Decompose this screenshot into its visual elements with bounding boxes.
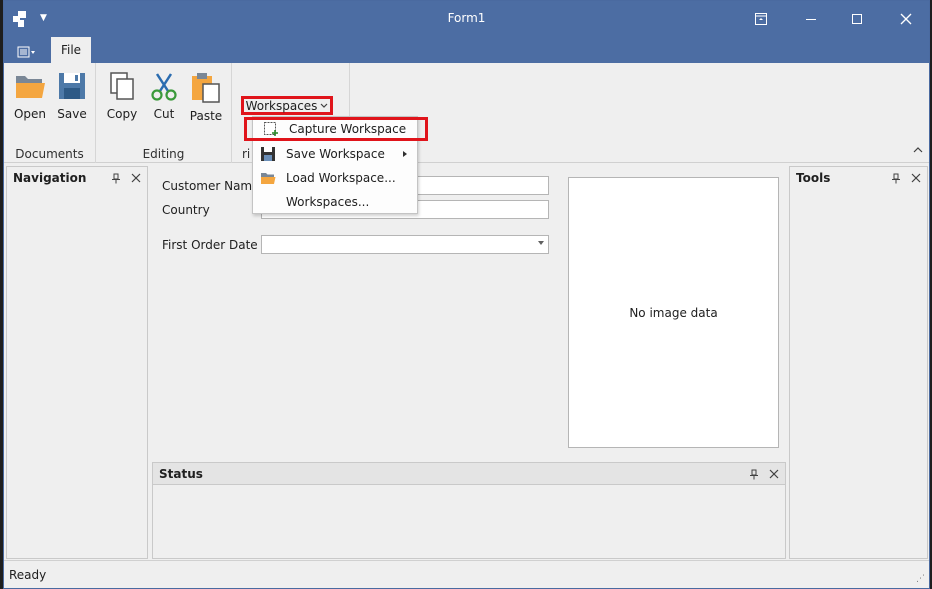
- folder-open-icon: [261, 173, 276, 184]
- menu-item-label: Workspaces...: [286, 195, 370, 209]
- image-picture-box[interactable]: No image data: [568, 177, 779, 448]
- submenu-arrow-icon: [403, 151, 407, 157]
- ribbon-panel: Open Save Documents Copy Cut Paste Editi…: [4, 63, 929, 163]
- group-caption-documents: Documents: [15, 147, 84, 161]
- floppy-disk-icon: [59, 73, 85, 99]
- app-menu-icon: [17, 46, 35, 58]
- ribbon-group-editing: Copy Cut Paste Editing: [96, 63, 232, 163]
- workspaces-menu: Capture Workspace Save Workspace Load Wo…: [244, 116, 428, 214]
- copy-icon: [110, 72, 134, 100]
- menu-item-workspaces[interactable]: Workspaces...: [253, 190, 417, 214]
- paste-button[interactable]: Paste: [186, 71, 226, 123]
- close-icon[interactable]: [767, 467, 781, 481]
- cut-label: Cut: [153, 107, 175, 121]
- maximize-icon: [852, 14, 862, 24]
- close-icon[interactable]: [909, 171, 923, 185]
- copy-label: Copy: [106, 107, 138, 121]
- pin-icon[interactable]: [109, 171, 123, 185]
- navigation-panel-header: Navigation: [7, 167, 147, 189]
- restore-layout-button[interactable]: [750, 8, 772, 30]
- menu-item-label: Save Workspace: [286, 147, 385, 161]
- save-label: Save: [57, 107, 87, 121]
- first-order-date-combo[interactable]: [261, 235, 549, 254]
- menu-item-label: Load Workspace...: [286, 171, 396, 185]
- maximize-button[interactable]: [846, 8, 868, 30]
- main-window: ▼ Form1 File Open Save Documents Copy Cu…: [3, 0, 930, 589]
- paste-label: Paste: [189, 109, 223, 123]
- scissors-icon: [151, 73, 177, 101]
- tools-panel-title: Tools: [796, 171, 831, 185]
- navigation-panel: Navigation: [6, 166, 148, 559]
- pin-icon[interactable]: [889, 171, 903, 185]
- ribbon-group-documents: Open Save Documents: [4, 63, 96, 163]
- close-icon: [900, 13, 912, 25]
- pin-icon[interactable]: [747, 467, 761, 481]
- status-panel: Status: [152, 462, 786, 559]
- menu-item-load-workspace[interactable]: Load Workspace...: [253, 166, 417, 190]
- clipboard-paste-icon: [192, 73, 220, 103]
- first-order-date-label: First Order Date: [162, 238, 258, 252]
- menu-item-save-workspace[interactable]: Save Workspace: [253, 142, 417, 166]
- minimize-icon: [806, 19, 816, 20]
- group-caption-editing: Editing: [142, 147, 185, 161]
- ribbon-display-options-icon: [755, 13, 767, 25]
- country-label: Country: [162, 203, 210, 217]
- chevron-down-icon: [320, 103, 328, 108]
- menu-item-capture-workspace[interactable]: Capture Workspace: [244, 117, 428, 141]
- capture-workspace-icon: [264, 122, 278, 136]
- copy-button[interactable]: Copy: [102, 71, 142, 121]
- workspaces-dropdown-button[interactable]: Workspaces: [241, 96, 333, 115]
- image-placeholder-text: No image data: [629, 305, 718, 320]
- customer-name-label: Customer Name: [162, 179, 260, 193]
- status-panel-title: Status: [159, 466, 203, 481]
- menu-item-label: Capture Workspace: [289, 122, 407, 136]
- open-button[interactable]: Open: [10, 71, 50, 121]
- tools-panel-header: Tools: [790, 167, 927, 189]
- status-text: Ready: [9, 568, 47, 582]
- close-window-button[interactable]: [895, 8, 917, 30]
- minimize-button[interactable]: [800, 8, 822, 30]
- dropdown-arrow-icon[interactable]: [538, 241, 544, 245]
- status-panel-header: Status: [153, 463, 785, 485]
- collapse-ribbon-icon[interactable]: [913, 145, 923, 156]
- resize-grip-icon[interactable]: ⋰: [916, 574, 925, 584]
- document-form: Customer Name Country First Order Date N…: [152, 164, 792, 462]
- floppy-disk-icon: [261, 147, 275, 161]
- status-bar: Ready ⋰: [4, 560, 929, 588]
- tools-panel: Tools: [789, 166, 928, 559]
- open-label: Open: [13, 107, 47, 121]
- cut-button[interactable]: Cut: [144, 71, 184, 121]
- application-menu-button[interactable]: [12, 41, 42, 63]
- navigation-panel-title: Navigation: [13, 171, 87, 185]
- save-button[interactable]: Save: [52, 71, 92, 121]
- folder-open-icon: [16, 76, 45, 98]
- workspaces-button-label: Workspaces: [245, 98, 318, 113]
- title-bar[interactable]: ▼ Form1: [4, 1, 929, 37]
- window-title: Form1: [447, 11, 486, 25]
- ribbon-tab-row: File: [4, 37, 929, 63]
- close-icon[interactable]: [129, 171, 143, 185]
- tab-file[interactable]: File: [51, 37, 91, 63]
